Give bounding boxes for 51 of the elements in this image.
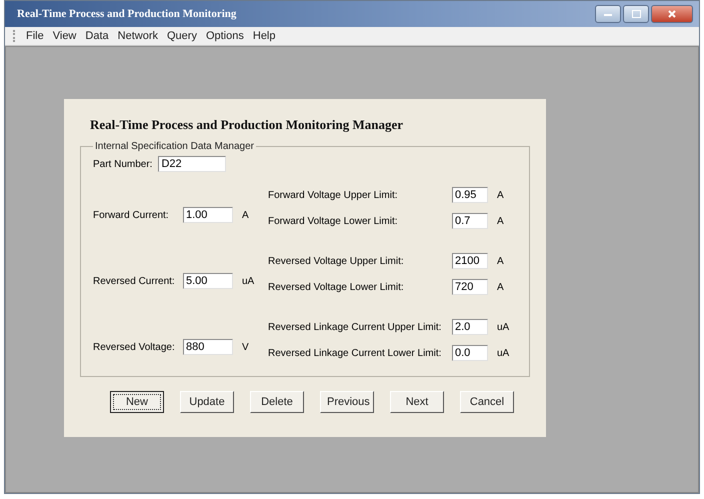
menu-item[interactable]: Help [252, 30, 276, 42]
field-label: Forward Current: [93, 210, 170, 220]
input-field[interactable]: 2.0 [452, 319, 488, 335]
unit-label: A [497, 216, 504, 226]
unit-label: A [497, 190, 504, 200]
dialog-button[interactable]: New [110, 391, 164, 413]
input-field[interactable]: 0.95 [452, 187, 488, 203]
unit-label: uA [497, 322, 510, 332]
menu-item[interactable]: Options [206, 30, 244, 42]
field-label: Reversed Voltage Lower Limit: [268, 282, 405, 292]
menu-item[interactable]: Query [166, 30, 197, 42]
dialog-heading: Real-Time Process and Production Monitoring Manager [89, 117, 404, 133]
input-field[interactable]: 1.00 [183, 207, 233, 223]
maximize-button[interactable] [623, 5, 649, 23]
unit-label: uA [497, 348, 510, 358]
unit-label: V [242, 342, 249, 352]
minimize-button[interactable] [595, 5, 621, 23]
unit-label: A [497, 256, 504, 266]
field-label: Reversed Linkage Current Upper Limit: [268, 322, 442, 332]
unit-label: A [242, 210, 249, 220]
unit-label: A [497, 282, 504, 292]
menu-item[interactable]: View [52, 30, 76, 42]
input-field[interactable]: 0.0 [452, 345, 488, 361]
field-label: Part Number: [93, 158, 152, 170]
menu-item[interactable]: Data [85, 30, 109, 42]
dialog-button[interactable]: Cancel [460, 391, 514, 413]
window-title: Real-Time Process and Production Monitoring [17, 8, 238, 20]
minimize-icon [604, 12, 612, 16]
input-field[interactable]: 720 [452, 279, 488, 295]
input-field[interactable]: 2100 [452, 253, 488, 269]
maximize-icon [632, 10, 640, 18]
dialog-button[interactable]: Delete [250, 391, 304, 413]
unit-label: uA [242, 276, 254, 286]
input-field[interactable]: 880 [183, 339, 233, 355]
close-button[interactable] [651, 5, 693, 23]
field-label: Reversed Voltage Upper Limit: [268, 256, 405, 266]
close-icon [668, 10, 676, 18]
dialog-button[interactable]: Next [390, 391, 444, 413]
input-field[interactable]: 0.7 [452, 213, 488, 229]
field-label: Reversed Voltage: [93, 342, 176, 352]
menu-item[interactable]: Network [118, 30, 158, 42]
input-field[interactable]: D22 [158, 156, 226, 172]
field-label: Forward Voltage Upper Limit: [268, 190, 399, 200]
field-label: Reversed Current: [93, 276, 176, 286]
field-label: Forward Voltage Lower Limit: [268, 216, 399, 226]
group-title: Internal Specification Data Manager [94, 141, 255, 152]
field-label: Reversed Linkage Current Lower Limit: [268, 348, 442, 358]
input-field[interactable]: 5.00 [183, 273, 233, 289]
menu-item[interactable]: File [26, 30, 44, 42]
dialog-button[interactable]: Update [180, 391, 234, 413]
dialog-button[interactable]: Previous [320, 391, 374, 413]
